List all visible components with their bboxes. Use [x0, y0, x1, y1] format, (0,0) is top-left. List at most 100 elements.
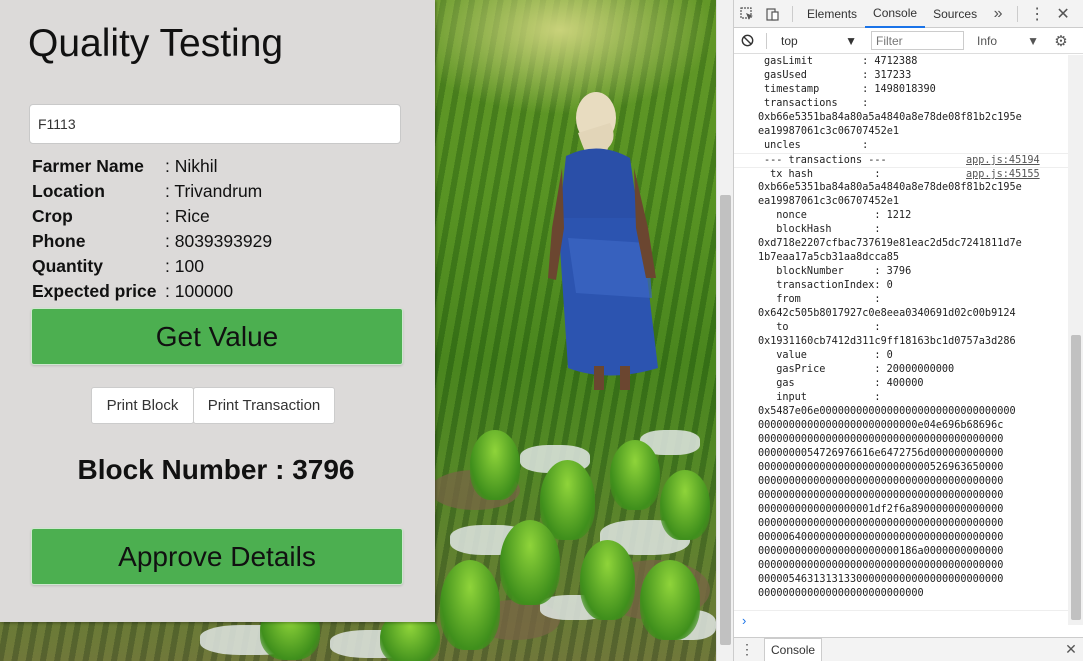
console-line: 0000000000000000000000000000000000000000 [734, 433, 1068, 447]
console-line-text: gas : 400000 [764, 378, 924, 389]
console-line: 0x1931160cb7412d311c9ff18163bc1d0757a3d2… [734, 335, 1068, 349]
devtools-drawer: ⋮ Console ✕ [734, 637, 1083, 661]
page-scrollbar[interactable] [716, 0, 733, 661]
tab-separator [1017, 5, 1019, 22]
console-line-text: 0000000000000000000000000000000000000000 [758, 560, 1004, 571]
console-line-text: 0xb66e5351ba84a80a5a4840a8e78de08f81b2c1… [758, 112, 1022, 123]
detail-key: Farmer Name [32, 156, 144, 176]
console-line-text: 0000000000000000000000000000000000000000 [758, 490, 1004, 501]
console-line: 0000000054726976616e6472756d000000000000 [734, 447, 1068, 461]
context-select[interactable]: top ▼ [775, 31, 863, 51]
close-drawer-icon[interactable]: ✕ [1058, 636, 1083, 661]
get-value-button[interactable]: Get Value [31, 308, 403, 365]
print-transaction-button[interactable]: Print Transaction [193, 387, 335, 424]
dropdown-arrow-icon: ▼ [1027, 33, 1039, 48]
block-number-text: Block Number : 3796 [77, 454, 355, 485]
detail-key: Quantity [32, 256, 103, 276]
clear-console-icon[interactable] [734, 27, 760, 55]
console-line: nonce : 1212 [734, 209, 1068, 223]
farmer-id-input[interactable] [29, 104, 401, 144]
approve-details-button[interactable]: Approve Details [31, 528, 403, 585]
tab-sources[interactable]: Sources [925, 0, 985, 28]
detail-value: : Trivandrum [165, 181, 263, 201]
detail-key: Phone [32, 231, 86, 251]
console-line: ea19987061c3c06707452e1 [734, 195, 1068, 209]
console-line-text: uncles : [764, 140, 869, 151]
log-level-select[interactable]: Info ▼ [972, 31, 1044, 51]
console-scrollbar[interactable] [1068, 55, 1083, 625]
console-line: 0000054631313133000000000000000000000000 [734, 573, 1068, 587]
console-line-text: blockHash : [764, 224, 881, 235]
page-scrollbar-thumb[interactable] [720, 195, 731, 645]
console-toolbar: top ▼ Info ▼ ⚙ [734, 28, 1083, 54]
console-line-text: 00000000000000000000000000e04e696b68696c [758, 420, 1004, 431]
toolbar-separator [766, 32, 767, 49]
console-line-text: 0000064000000000000000000000000000000000 [758, 532, 1004, 543]
detail-value: : 8039393929 [165, 231, 273, 251]
print-block-button[interactable]: Print Block [91, 387, 194, 424]
console-line-text: 0000000000000000001df2f6a890000000000000 [758, 504, 1004, 515]
detail-value: : 100000 [165, 281, 234, 301]
console-line: transactions : [734, 97, 1068, 111]
console-line: 0000000000000000001df2f6a890000000000000 [734, 503, 1068, 517]
console-line: gasLimit : 4712388 [734, 55, 1068, 69]
kebab-menu-icon[interactable]: ⋮ [1024, 0, 1050, 28]
console-line: uncles : [734, 139, 1068, 153]
console-line-text: tx hash : [764, 169, 881, 180]
console-line-text: gasPrice : 20000000000 [764, 364, 955, 375]
console-line-text: 0xb66e5351ba84a80a5a4840a8e78de08f81b2c1… [758, 182, 1022, 193]
more-tabs-icon[interactable]: » [985, 0, 1011, 28]
detail-value: : 100 [165, 256, 204, 276]
farmer-figure [548, 92, 658, 390]
detail-row-quantity: Quantity : 100 [32, 256, 412, 281]
console-line: 0000000000000000000000000000000000000000 [734, 517, 1068, 531]
console-line-text: value : 0 [764, 350, 893, 361]
console-line-text: to : [764, 322, 881, 333]
console-line-text: --- transactions --- [764, 155, 887, 166]
console-line: 00000000000000000000000000e04e696b68696c [734, 419, 1068, 433]
console-source-link[interactable]: app.js:45155 [966, 168, 1040, 182]
console-line: blockHash : [734, 223, 1068, 237]
device-toolbar-icon[interactable] [760, 0, 786, 28]
console-line: 0000000000000000000000000000000000000000 [734, 559, 1068, 573]
console-line-text: 0000000000000000000000000000000000000000 [758, 518, 1004, 529]
console-line: 0000000000000000000000000000000000000000 [734, 475, 1068, 489]
console-prompt[interactable]: › [734, 610, 1068, 632]
detail-value: : Rice [165, 206, 210, 226]
console-line-text: 0000000000000000000000000000000000000000 [758, 434, 1004, 445]
console-line: value : 0 [734, 349, 1068, 363]
console-line: timestamp : 1498018390 [734, 83, 1068, 97]
drawer-tab-console[interactable]: Console [764, 637, 823, 661]
detail-key: Expected price [32, 281, 157, 301]
console-line: gas : 400000 [734, 377, 1068, 391]
detail-key: Location [32, 181, 105, 201]
drawer-menu-icon[interactable]: ⋮ [734, 636, 760, 661]
log-level-value: Info [977, 33, 998, 48]
tab-elements[interactable]: Elements [799, 0, 865, 28]
console-output: gasLimit : 4712388 gasUsed : 317233 timest… [734, 55, 1068, 608]
console-source-link[interactable]: app.js:45194 [966, 154, 1040, 168]
console-line: 00000000000000000000000186a0000000000000 [734, 545, 1068, 559]
console-line-text: input : [764, 392, 881, 403]
console-line-text: 000000000000000000000000000 [758, 588, 924, 599]
console-line-text: 0000054631313133000000000000000000000000 [758, 574, 1004, 585]
console-line: 0x5487e06e000000000000000000000000000000… [734, 405, 1068, 419]
dropdown-arrow-icon: ▼ [845, 33, 857, 48]
console-line: 0xb66e5351ba84a80a5a4840a8e78de08f81b2c1… [734, 181, 1068, 195]
console-filter-input[interactable] [871, 31, 964, 50]
quality-testing-panel: Quality Testing Farmer Name : Nikhil Loc… [0, 0, 435, 622]
console-line-text: gasLimit : 4712388 [764, 56, 918, 67]
settings-gear-icon[interactable]: ⚙ [1048, 27, 1074, 55]
console-line: 0000000000000000000000000000000000000000 [734, 489, 1068, 503]
inspect-element-icon[interactable] [734, 0, 760, 28]
tab-console[interactable]: Console [865, 0, 926, 28]
console-line-text: 0x1931160cb7412d311c9ff18163bc1d0757a3d2… [758, 336, 1016, 347]
console-line: blockNumber : 3796 [734, 265, 1068, 279]
devtools-panel: Elements Console Sources » ⋮ ✕ top ▼ Inf… [733, 0, 1083, 661]
detail-row-farmer-name: Farmer Name : Nikhil [32, 156, 412, 181]
console-line: input : [734, 391, 1068, 405]
console-line: 0xb66e5351ba84a80a5a4840a8e78de08f81b2c1… [734, 111, 1068, 125]
console-scrollbar-thumb[interactable] [1071, 335, 1081, 620]
close-devtools-icon[interactable]: ✕ [1050, 0, 1076, 28]
console-line: 0000064000000000000000000000000000000000 [734, 531, 1068, 545]
